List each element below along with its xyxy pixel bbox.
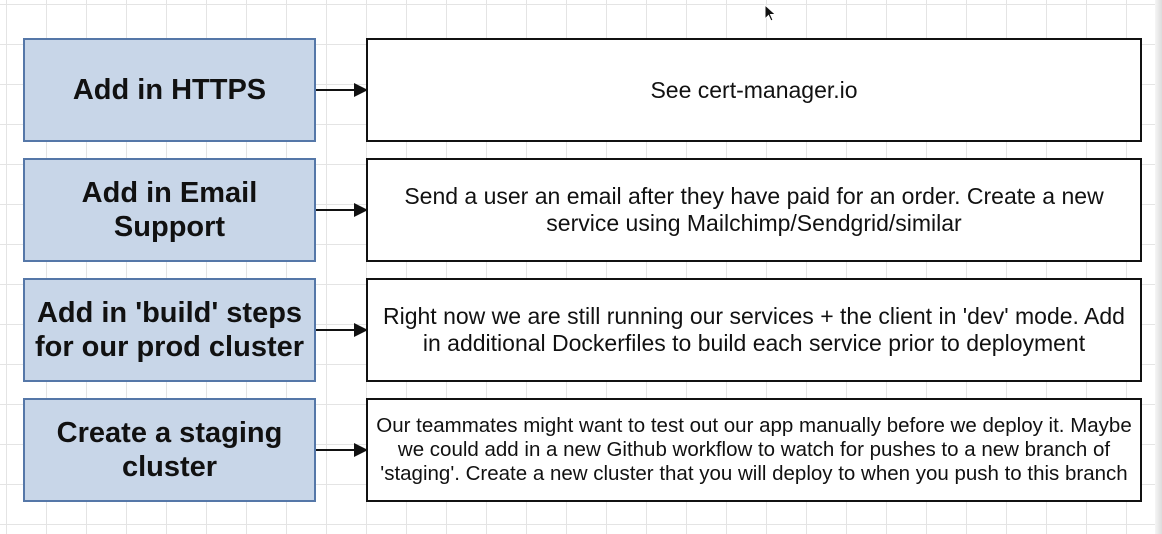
task-label: Add in HTTPS bbox=[72, 74, 267, 106]
detail-text: Right now we are still running our servi… bbox=[383, 303, 1125, 356]
arrow-right-icon bbox=[316, 83, 368, 97]
detail-box-https[interactable]: See cert-manager.io bbox=[366, 38, 1142, 142]
diagram-row-https: Add in HTTPS See cert-manager.io bbox=[0, 38, 1162, 142]
detail-box-staging[interactable]: Our teammates might want to test out our… bbox=[366, 398, 1142, 502]
detail-box-email[interactable]: Send a user an email after they have pai… bbox=[366, 158, 1142, 262]
diagram-row-build: Add in 'build' steps for our prod cluste… bbox=[0, 278, 1162, 382]
diagram-canvas: Add in HTTPS See cert-manager.io Add in … bbox=[0, 0, 1162, 534]
arrow-right-icon bbox=[316, 443, 368, 457]
arrow-right-icon bbox=[316, 323, 368, 337]
window-edge bbox=[1155, 0, 1162, 534]
task-box-email[interactable]: Add in Email Support bbox=[23, 158, 316, 262]
mouse-pointer-icon bbox=[764, 4, 777, 22]
task-label: Add in 'build' steps for our prod cluste… bbox=[34, 297, 305, 363]
detail-text: Send a user an email after they have pai… bbox=[404, 183, 1104, 236]
detail-text: See cert-manager.io bbox=[650, 76, 858, 103]
task-box-build[interactable]: Add in 'build' steps for our prod cluste… bbox=[23, 278, 316, 382]
diagram-row-staging: Create a staging cluster Our teammates m… bbox=[0, 398, 1162, 502]
arrow-right-icon bbox=[316, 203, 368, 217]
task-box-staging[interactable]: Create a staging cluster bbox=[23, 398, 316, 502]
detail-text: Our teammates might want to test out our… bbox=[376, 414, 1132, 485]
task-label: Add in Email Support bbox=[81, 177, 258, 243]
task-box-https[interactable]: Add in HTTPS bbox=[23, 38, 316, 142]
detail-box-build[interactable]: Right now we are still running our servi… bbox=[366, 278, 1142, 382]
diagram-row-email: Add in Email Support Send a user an emai… bbox=[0, 158, 1162, 262]
task-label: Create a staging cluster bbox=[56, 417, 283, 483]
